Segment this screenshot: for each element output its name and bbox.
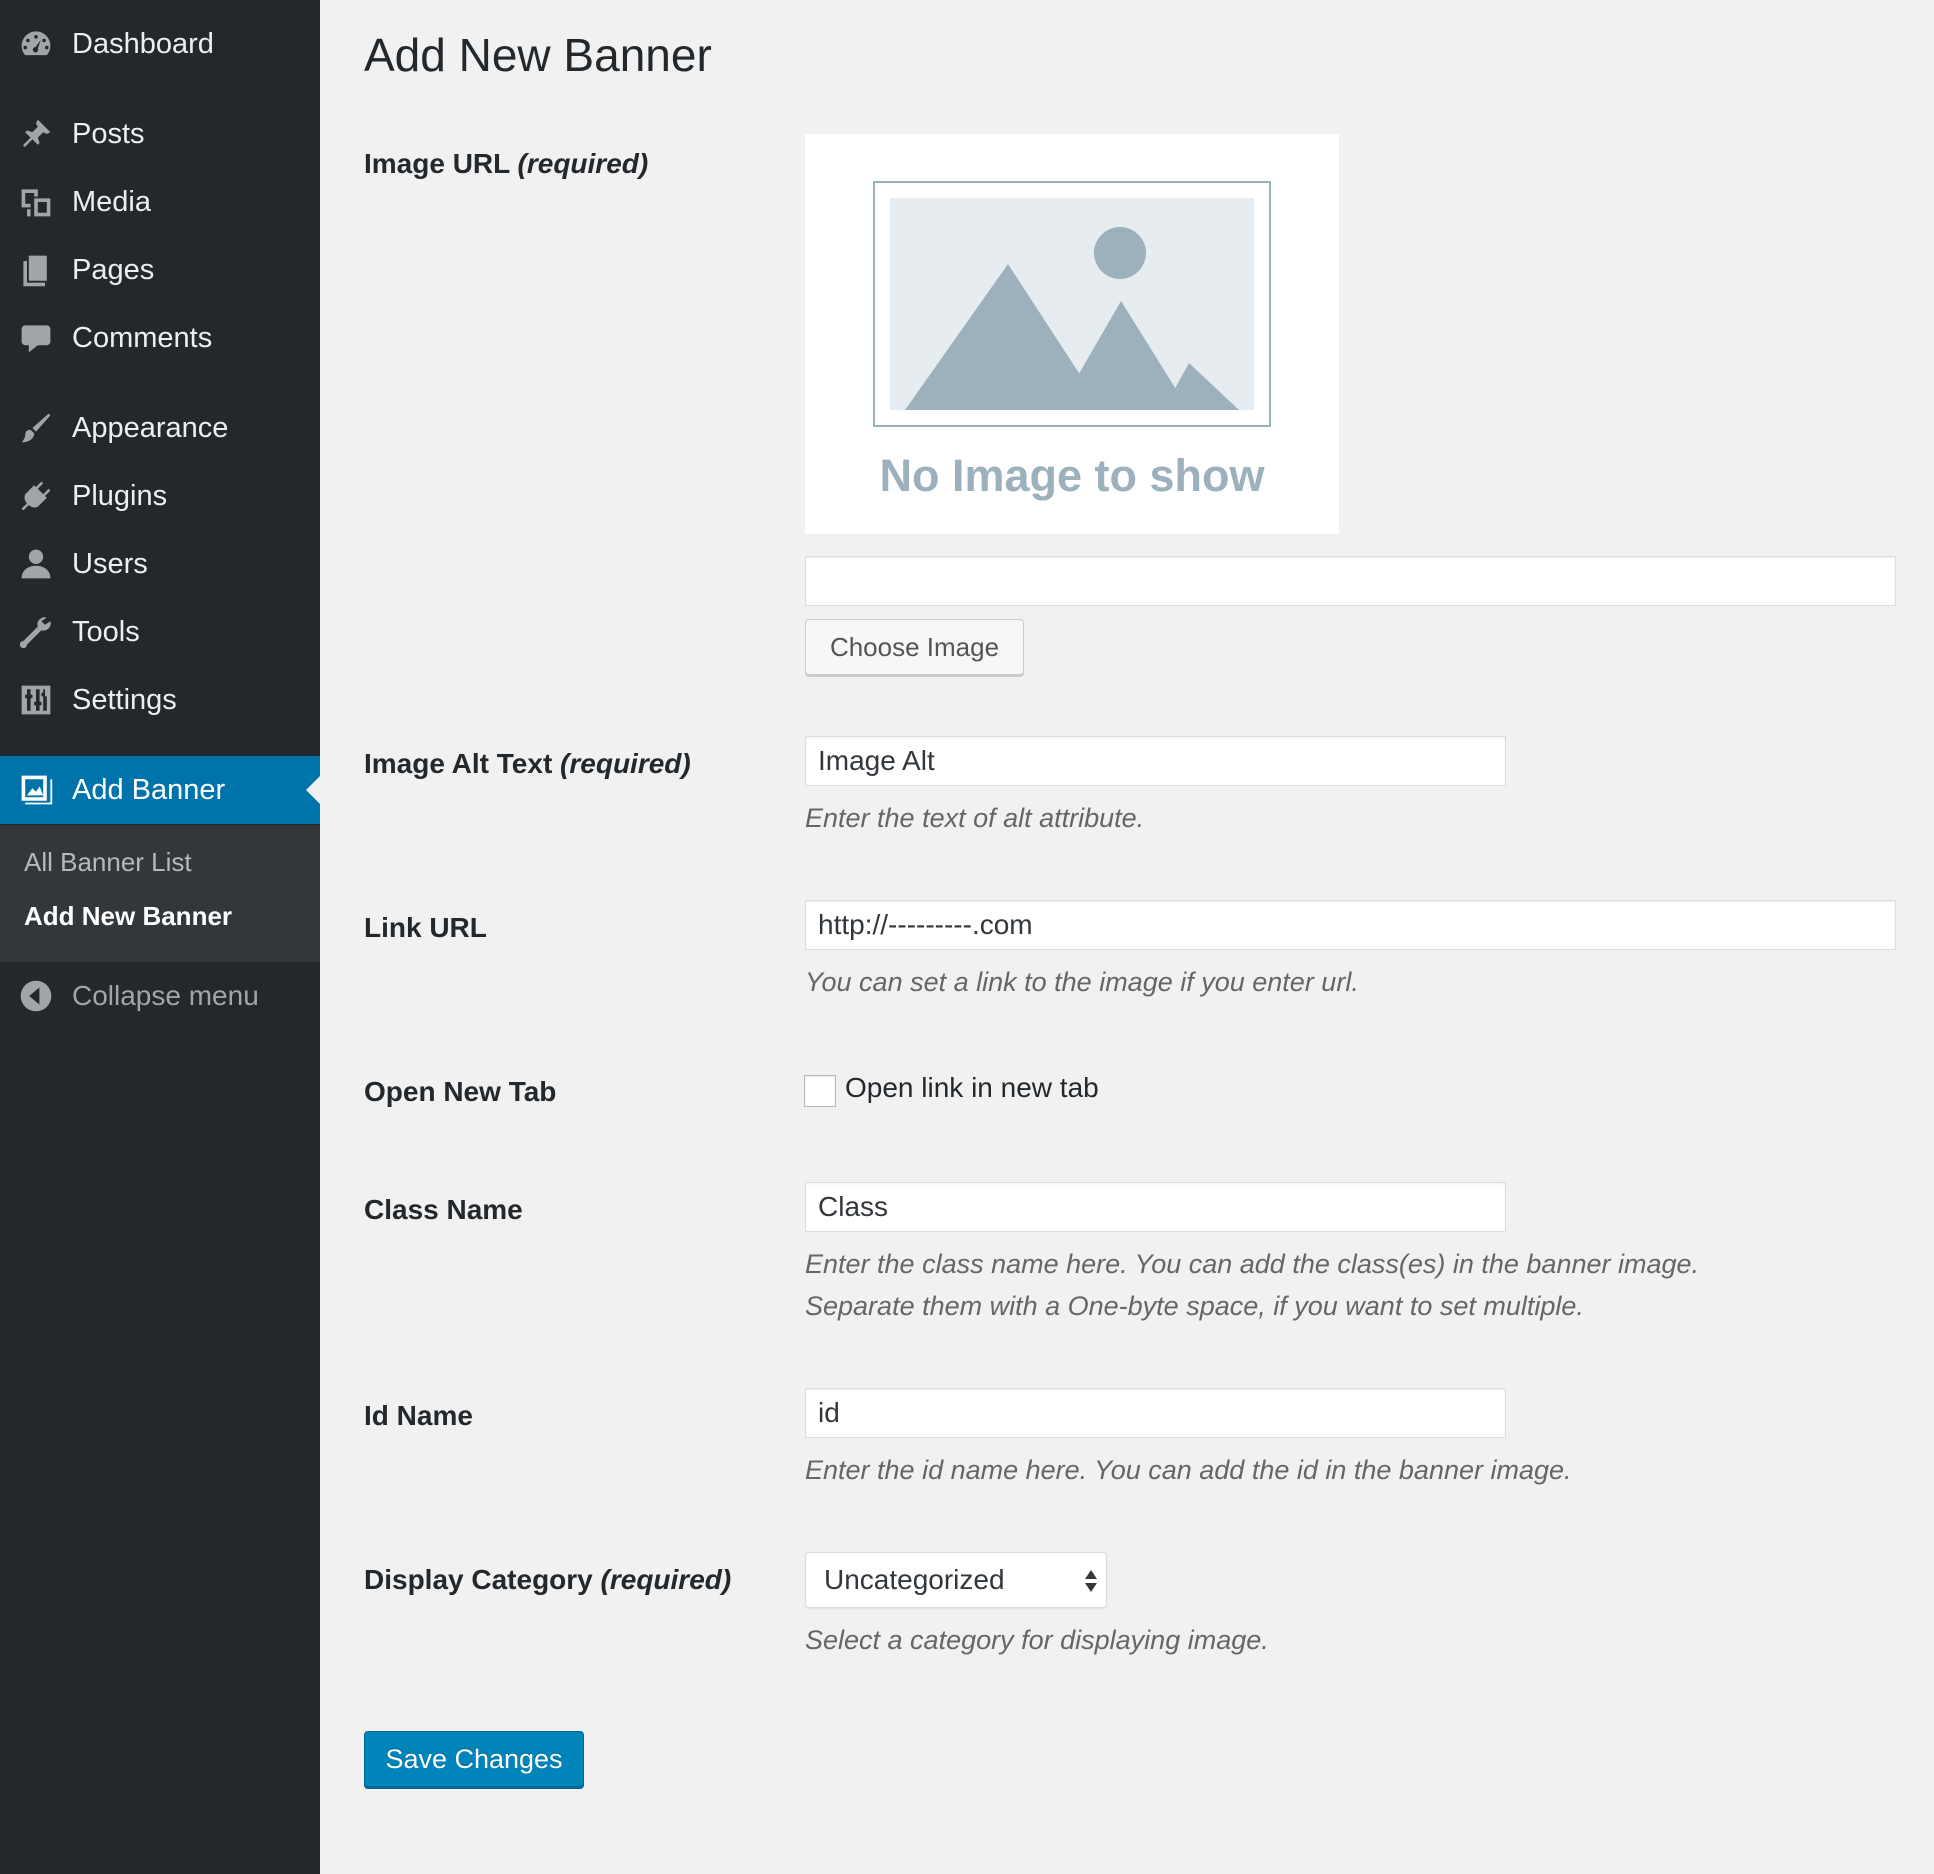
plugin-icon (16, 476, 56, 516)
wrench-icon (16, 612, 56, 652)
submenu-add-banner: All Banner List Add New Banner (0, 825, 320, 962)
pushpin-icon (16, 114, 56, 154)
link-url-input[interactable]: http://---------.com (805, 900, 1896, 950)
class-name-help-line2: Separate them with a One-byte space, if … (805, 1291, 1584, 1321)
image-url-label: Image URL (required) (364, 148, 649, 179)
settings-icon (16, 680, 56, 720)
image-alt-text-input[interactable]: Image Alt (805, 736, 1506, 786)
collapse-arrow-icon (16, 976, 56, 1016)
link-url-help: You can set a link to the image if you e… (805, 967, 1359, 997)
dashboard-icon (16, 24, 56, 64)
sidebar-item-settings[interactable]: Settings (0, 672, 320, 728)
link-url-label: Link URL (364, 912, 487, 943)
open-new-tab-checkbox[interactable] (804, 1075, 836, 1107)
required-marker: (required) (517, 148, 649, 179)
open-new-tab-label: Open New Tab (364, 1076, 557, 1107)
sidebar-item-media[interactable]: Media (0, 174, 320, 230)
sidebar-item-label: Users (72, 547, 148, 580)
page-title: Add New Banner (364, 29, 712, 81)
sidebar-item-label: Settings (72, 683, 177, 716)
sidebar-item-label: Media (72, 185, 151, 218)
submenu-item-add-new-banner[interactable]: Add New Banner (24, 901, 232, 932)
collapse-menu-button[interactable]: Collapse menu (0, 968, 320, 1024)
active-indicator-arrow (306, 776, 320, 804)
display-category-select[interactable]: Uncategorized (805, 1552, 1107, 1608)
sidebar-item-posts[interactable]: Posts (0, 106, 320, 162)
required-marker: (required) (560, 748, 691, 779)
submenu-item-all-banner-list[interactable]: All Banner List (24, 847, 192, 878)
paintbrush-icon (16, 408, 56, 448)
id-name-help: Enter the id name here. You can add the … (805, 1455, 1572, 1485)
sidebar-item-label: Comments (72, 321, 213, 354)
admin-sidebar: Dashboard Posts Media Pages Comments App… (0, 0, 320, 1874)
class-name-input[interactable]: Class (805, 1182, 1506, 1232)
media-icon (16, 182, 56, 222)
select-arrows-icon (1085, 1570, 1097, 1592)
sidebar-item-pages[interactable]: Pages (0, 242, 320, 298)
image-preview: No Image to show (805, 134, 1339, 534)
class-name-help-line1: Enter the class name here. You can add t… (805, 1249, 1700, 1279)
image-alt-text-label: Image Alt Text (required) (364, 748, 691, 779)
sidebar-item-label: Plugins (72, 479, 168, 512)
sidebar-item-label: Pages (72, 253, 155, 286)
sidebar-item-appearance[interactable]: Appearance (0, 400, 320, 456)
id-name-label: Id Name (364, 1400, 473, 1431)
id-name-input[interactable]: id (805, 1388, 1506, 1438)
save-changes-button[interactable]: Save Changes (364, 1731, 584, 1787)
pages-icon (16, 250, 56, 290)
choose-image-button[interactable]: Choose Image (805, 619, 1024, 675)
comment-icon (16, 318, 56, 358)
user-icon (16, 544, 56, 584)
sidebar-item-users[interactable]: Users (0, 536, 320, 592)
sidebar-item-label: Tools (72, 615, 140, 648)
display-category-selected-value: Uncategorized (824, 1564, 1005, 1595)
image-url-input[interactable] (805, 556, 1896, 606)
image-placeholder-icon (873, 181, 1271, 427)
sidebar-item-label: Add Banner (72, 773, 226, 806)
open-new-tab-checkbox-label[interactable]: Open link in new tab (845, 1072, 1099, 1104)
sidebar-item-label: Posts (72, 117, 145, 150)
display-category-help: Select a category for displaying image. (805, 1625, 1269, 1655)
sidebar-item-comments[interactable]: Comments (0, 310, 320, 366)
banner-icon (16, 770, 56, 810)
sidebar-item-dashboard[interactable]: Dashboard (0, 16, 320, 72)
sidebar-item-tools[interactable]: Tools (0, 604, 320, 660)
sidebar-item-label: Appearance (72, 411, 229, 444)
no-image-text: No Image to show (879, 450, 1265, 501)
sidebar-item-label: Dashboard (72, 27, 214, 60)
sidebar-item-add-banner[interactable]: Add Banner (0, 756, 320, 824)
class-name-label: Class Name (364, 1194, 523, 1225)
required-marker: (required) (600, 1564, 732, 1595)
sidebar-item-plugins[interactable]: Plugins (0, 468, 320, 524)
display-category-label: Display Category (required) (364, 1564, 732, 1595)
collapse-menu-label: Collapse menu (72, 980, 259, 1011)
image-alt-text-help: Enter the text of alt attribute. (805, 803, 1145, 833)
